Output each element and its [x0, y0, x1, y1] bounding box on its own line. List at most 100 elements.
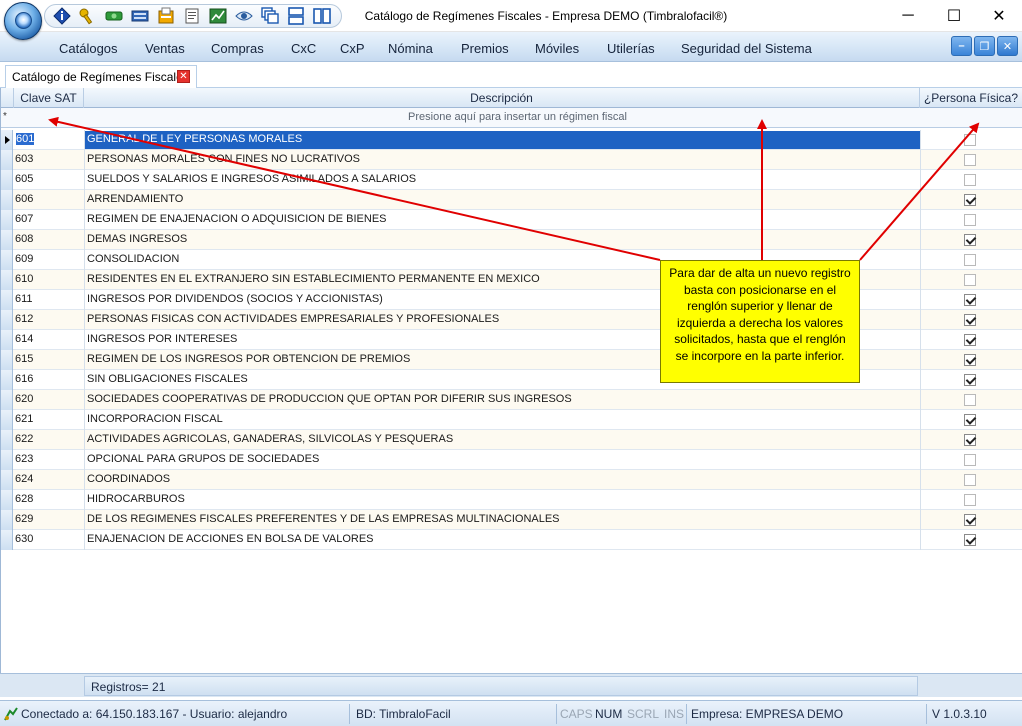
row-indicator[interactable]: [1, 350, 13, 370]
table-row[interactable]: 622 ACTIVIDADES AGRICOLAS, GANADERAS, SIL…: [1, 430, 1022, 450]
close-button[interactable]: ✕: [976, 0, 1022, 32]
cell-clave[interactable]: 624: [15, 473, 83, 485]
row-indicator[interactable]: [1, 430, 13, 450]
cell-clave[interactable]: 606: [15, 193, 83, 205]
table-row[interactable]: 612 PERSONAS FISICAS CON ACTIVIDADES EMPR…: [1, 310, 1022, 330]
table-row[interactable]: 615 REGIMEN DE LOS INGRESOS POR OBTENCION…: [1, 350, 1022, 370]
menu-ventas[interactable]: Ventas: [145, 41, 185, 56]
row-indicator[interactable]: [1, 230, 13, 250]
menu-seguridad[interactable]: Seguridad del Sistema: [681, 41, 812, 56]
table-row[interactable]: 630 ENAJENACION DE ACCIONES EN BOLSA DE V…: [1, 530, 1022, 550]
persona-fisica-checkbox[interactable]: [964, 314, 976, 326]
row-indicator[interactable]: [1, 130, 13, 150]
cell-clave[interactable]: 614: [15, 333, 83, 345]
table-row[interactable]: 629 DE LOS REGIMENES FISCALES PREFERENTES…: [1, 510, 1022, 530]
persona-fisica-checkbox[interactable]: [964, 294, 976, 306]
row-indicator[interactable]: [1, 390, 13, 410]
persona-fisica-checkbox[interactable]: [964, 234, 976, 246]
tab-catalogo-regimenes[interactable]: Catálogo de Regímenes Fiscales ✕: [5, 65, 197, 88]
cell-descripcion[interactable]: SOCIEDADES COOPERATIVAS DE PRODUCCION QU…: [87, 393, 917, 405]
cell-clave[interactable]: 608: [15, 233, 83, 245]
table-row[interactable]: 605 SUELDOS Y SALARIOS E INGRESOS ASIMILA…: [1, 170, 1022, 190]
row-indicator[interactable]: [1, 270, 13, 290]
table-row[interactable]: 609 CONSOLIDACION: [1, 250, 1022, 270]
table-row[interactable]: 628 HIDROCARBUROS: [1, 490, 1022, 510]
cell-clave[interactable]: 603: [15, 153, 83, 165]
cell-clave[interactable]: 609: [15, 253, 83, 265]
menu-premios[interactable]: Premios: [461, 41, 509, 56]
cell-clave[interactable]: 622: [15, 433, 83, 445]
menu-utilerias[interactable]: Utilerías: [607, 41, 655, 56]
cell-descripcion[interactable]: PERSONAS MORALES CON FINES NO LUCRATIVOS: [87, 153, 917, 165]
persona-fisica-checkbox[interactable]: [964, 194, 976, 206]
cell-clave[interactable]: 621: [15, 413, 83, 425]
persona-fisica-checkbox[interactable]: [964, 274, 976, 286]
cell-clave[interactable]: 605: [15, 173, 83, 185]
cell-clave[interactable]: 612: [15, 313, 83, 325]
row-indicator[interactable]: [1, 150, 13, 170]
maximize-button[interactable]: ☐: [931, 0, 977, 32]
cell-descripcion[interactable]: ARRENDAMIENTO: [87, 193, 917, 205]
persona-fisica-checkbox[interactable]: [964, 334, 976, 346]
menu-cxp[interactable]: CxP: [340, 41, 365, 56]
table-row[interactable]: 607 REGIMEN DE ENAJENACION O ADQUISICION …: [1, 210, 1022, 230]
mdi-close-button[interactable]: ✕: [997, 36, 1018, 56]
menu-nomina[interactable]: Nómina: [388, 41, 433, 56]
cell-descripcion[interactable]: DE LOS REGIMENES FISCALES PREFERENTES Y …: [87, 513, 917, 525]
table-row[interactable]: 621 INCORPORACION FISCAL: [1, 410, 1022, 430]
cell-descripcion[interactable]: ACTIVIDADES AGRICOLAS, GANADERAS, SILVIC…: [87, 433, 917, 445]
mdi-minimize-button[interactable]: –: [951, 36, 972, 56]
cell-clave[interactable]: 615: [15, 353, 83, 365]
minimize-button[interactable]: ─: [885, 0, 931, 32]
row-indicator[interactable]: [1, 170, 13, 190]
menu-cxc[interactable]: CxC: [291, 41, 316, 56]
persona-fisica-checkbox[interactable]: [964, 134, 976, 146]
row-indicator[interactable]: [1, 530, 13, 550]
new-row-insert[interactable]: * Presione aquí para insertar un régimen…: [1, 108, 1022, 128]
cell-clave[interactable]: 611: [15, 293, 83, 305]
persona-fisica-checkbox[interactable]: [964, 474, 976, 486]
table-row[interactable]: 608 DEMAS INGRESOS: [1, 230, 1022, 250]
table-row[interactable]: 610 RESIDENTES EN EL EXTRANJERO SIN ESTAB…: [1, 270, 1022, 290]
row-indicator[interactable]: [1, 410, 13, 430]
cell-clave[interactable]: 630: [15, 533, 83, 545]
table-row[interactable]: 601 GENERAL DE LEY PERSONAS MORALES: [1, 130, 1022, 150]
menu-catalogos[interactable]: Catálogos: [59, 41, 118, 56]
persona-fisica-checkbox[interactable]: [964, 394, 976, 406]
row-indicator[interactable]: [1, 510, 13, 530]
column-clave-sat[interactable]: Clave SAT: [14, 88, 84, 108]
row-indicator[interactable]: [1, 330, 13, 350]
persona-fisica-checkbox[interactable]: [964, 254, 976, 266]
cell-descripcion[interactable]: OPCIONAL PARA GRUPOS DE SOCIEDADES: [87, 453, 917, 465]
row-indicator[interactable]: [1, 210, 13, 230]
table-row[interactable]: 603 PERSONAS MORALES CON FINES NO LUCRATI…: [1, 150, 1022, 170]
cell-clave[interactable]: 607: [15, 213, 83, 225]
cell-clave[interactable]: 623: [15, 453, 83, 465]
cell-descripcion[interactable]: ENAJENACION DE ACCIONES EN BOLSA DE VALO…: [87, 533, 917, 545]
row-indicator[interactable]: [1, 290, 13, 310]
persona-fisica-checkbox[interactable]: [964, 534, 976, 546]
cell-descripcion[interactable]: INCORPORACION FISCAL: [87, 413, 917, 425]
row-indicator[interactable]: [1, 250, 13, 270]
cell-clave[interactable]: 620: [15, 393, 83, 405]
cell-clave[interactable]: 616: [15, 373, 83, 385]
table-row[interactable]: 614 INGRESOS POR INTERESES: [1, 330, 1022, 350]
cell-descripcion[interactable]: DEMAS INGRESOS: [87, 233, 917, 245]
mdi-restore-button[interactable]: ❐: [974, 36, 995, 56]
row-indicator[interactable]: [1, 450, 13, 470]
persona-fisica-checkbox[interactable]: [964, 214, 976, 226]
table-row[interactable]: 606 ARRENDAMIENTO: [1, 190, 1022, 210]
persona-fisica-checkbox[interactable]: [964, 154, 976, 166]
row-indicator[interactable]: [1, 490, 13, 510]
cell-clave[interactable]: 629: [15, 513, 83, 525]
persona-fisica-checkbox[interactable]: [964, 374, 976, 386]
table-row[interactable]: 611 INGRESOS POR DIVIDENDOS (SOCIOS Y ACC…: [1, 290, 1022, 310]
persona-fisica-checkbox[interactable]: [964, 414, 976, 426]
persona-fisica-checkbox[interactable]: [964, 434, 976, 446]
table-row[interactable]: 624 COORDINADOS: [1, 470, 1022, 490]
app-orb-button[interactable]: [4, 2, 42, 40]
menu-moviles[interactable]: Móviles: [535, 41, 579, 56]
persona-fisica-checkbox[interactable]: [964, 354, 976, 366]
row-indicator[interactable]: [1, 190, 13, 210]
row-indicator[interactable]: [1, 470, 13, 490]
